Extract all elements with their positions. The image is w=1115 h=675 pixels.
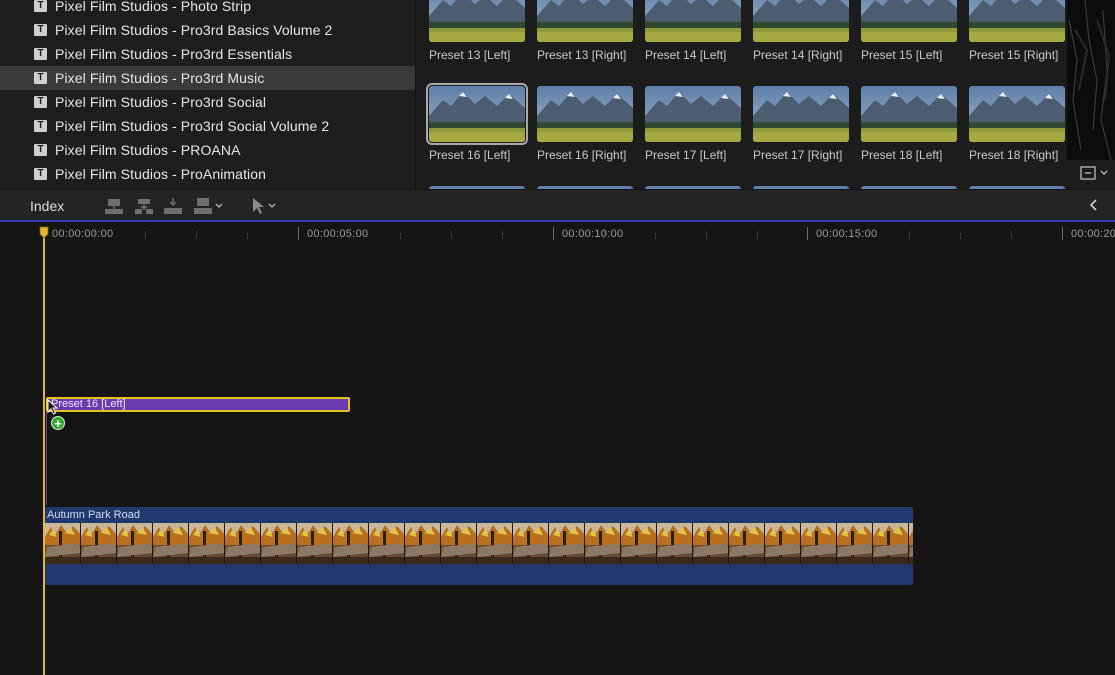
filmstrip — [45, 523, 913, 564]
view-options-icon — [1080, 166, 1108, 180]
title-clip[interactable]: Preset 16 [Left] — [46, 397, 350, 412]
preset-thumbnail[interactable] — [861, 0, 957, 42]
collapse-icon[interactable] — [1087, 197, 1099, 213]
library-item[interactable]: T Pixel Film Studios - Pro3rd Social — [0, 90, 415, 114]
video-clip[interactable]: Autumn Park Road — [45, 507, 913, 585]
preset-label: Preset 18 [Left] — [861, 148, 943, 162]
library-item-label: Pixel Film Studios - Pro3rd Social Volum… — [55, 118, 330, 134]
title-icon: T — [34, 144, 47, 156]
preset-label: Preset 14 [Right] — [753, 48, 843, 62]
add-icon: + — [51, 416, 65, 430]
title-icon: T — [34, 0, 47, 12]
library-item-selected[interactable]: T Pixel Film Studios - Pro3rd Music — [0, 66, 415, 90]
preset-label: Preset 18 [Right] — [969, 148, 1059, 162]
library-item[interactable]: T Pixel Film Studios - Pro3rd Basics Vol… — [0, 18, 415, 42]
preset-label: Preset 13 [Left] — [429, 48, 511, 62]
index-button[interactable]: Index — [30, 198, 64, 214]
timecode-label: 00:00:15:00 — [816, 228, 878, 240]
preset-thumbnail[interactable] — [429, 0, 525, 42]
view-options-button[interactable] — [1070, 160, 1115, 188]
insert-clip-icon[interactable] — [134, 196, 154, 216]
select-tool-icon[interactable] — [250, 196, 280, 216]
library-item[interactable]: T Pixel Film Studios - Photo Strip — [0, 0, 415, 18]
timecode-label: 00:00:10:00 — [562, 228, 624, 240]
preset-thumbnail[interactable] — [645, 86, 741, 142]
library-item-label: Pixel Film Studios - ProAnimation — [55, 166, 267, 182]
preset-thumbnail[interactable] — [537, 0, 633, 42]
pointer-cursor-icon — [47, 399, 59, 415]
library-sidebar: T Pixel Film Studios - Photo Strip T Pix… — [0, 0, 416, 189]
library-item-label: Pixel Film Studios - Photo Strip — [55, 0, 252, 14]
overwrite-clip-icon[interactable] — [193, 196, 227, 216]
browser-panel: T Pixel Film Studios - Photo Strip T Pix… — [0, 0, 1115, 189]
timecode-label: 00:00:20 — [1071, 228, 1115, 240]
timecode-label: 00:00:00:00 — [52, 228, 114, 240]
playhead[interactable] — [43, 234, 45, 675]
preset-thumbnail[interactable] — [645, 0, 741, 42]
preset-grid: Preset 13 [Left] Preset 13 [Right] Prese… — [417, 0, 1067, 189]
preset-label: Preset 14 [Left] — [645, 48, 727, 62]
library-item-label: Pixel Film Studios - Pro3rd Social — [55, 94, 267, 110]
timecode-label: 00:00:05:00 — [307, 228, 369, 240]
preset-label: Preset 16 [Right] — [537, 148, 627, 162]
library-item[interactable]: T Pixel Film Studios - PROANA — [0, 138, 415, 162]
timeline-toolbar: Index — [0, 189, 1115, 222]
preset-thumbnail-selected[interactable] — [426, 83, 528, 145]
library-item-label: Pixel Film Studios - Pro3rd Essentials — [55, 46, 293, 62]
title-icon: T — [34, 120, 47, 132]
preset-label: Preset 15 [Right] — [969, 48, 1059, 62]
library-item[interactable]: T Pixel Film Studios - ProAnimation — [0, 162, 415, 186]
connect-clip-icon[interactable] — [104, 196, 124, 216]
preset-label: Preset 17 [Left] — [645, 148, 727, 162]
library-item-label: Pixel Film Studios - PROANA — [55, 142, 241, 158]
title-icon: T — [34, 72, 47, 84]
preset-thumbnail[interactable] — [537, 86, 633, 142]
library-item[interactable]: T Pixel Film Studios - Pro3rd Social Vol… — [0, 114, 415, 138]
preset-label: Preset 17 [Right] — [753, 148, 843, 162]
title-clip-label: Preset 16 [Left] — [51, 398, 126, 410]
preset-label: Preset 15 [Left] — [861, 48, 943, 62]
library-item[interactable]: T Pixel Film Studios - Pro3rd Essentials — [0, 42, 415, 66]
preset-label: Preset 13 [Right] — [537, 48, 627, 62]
preset-thumbnail[interactable] — [969, 0, 1065, 42]
library-item-label: Pixel Film Studios - Pro3rd Music — [55, 70, 265, 86]
append-clip-icon[interactable] — [163, 196, 183, 216]
preset-thumbnail[interactable] — [969, 86, 1065, 142]
preset-thumbnail[interactable] — [753, 86, 849, 142]
timecode-ruler[interactable]: 00:00:00:00 00:00:05:00 00:00:10:00 00:0… — [0, 224, 1115, 244]
preset-thumbnail[interactable] — [861, 86, 957, 142]
preset-thumbnail[interactable] — [753, 0, 849, 42]
video-clip-label: Autumn Park Road — [47, 509, 140, 521]
playhead-handle[interactable] — [39, 226, 49, 240]
title-icon: T — [34, 24, 47, 36]
title-icon: T — [34, 96, 47, 108]
title-icon: T — [34, 168, 47, 180]
preset-label: Preset 16 [Left] — [429, 148, 511, 162]
title-clip-connection — [46, 412, 47, 505]
library-item-label: Pixel Film Studios - Pro3rd Basics Volum… — [55, 22, 333, 38]
timeline[interactable]: 00:00:00:00 00:00:05:00 00:00:10:00 00:0… — [0, 224, 1115, 675]
viewer-edge — [1067, 0, 1115, 160]
title-icon: T — [34, 48, 47, 60]
